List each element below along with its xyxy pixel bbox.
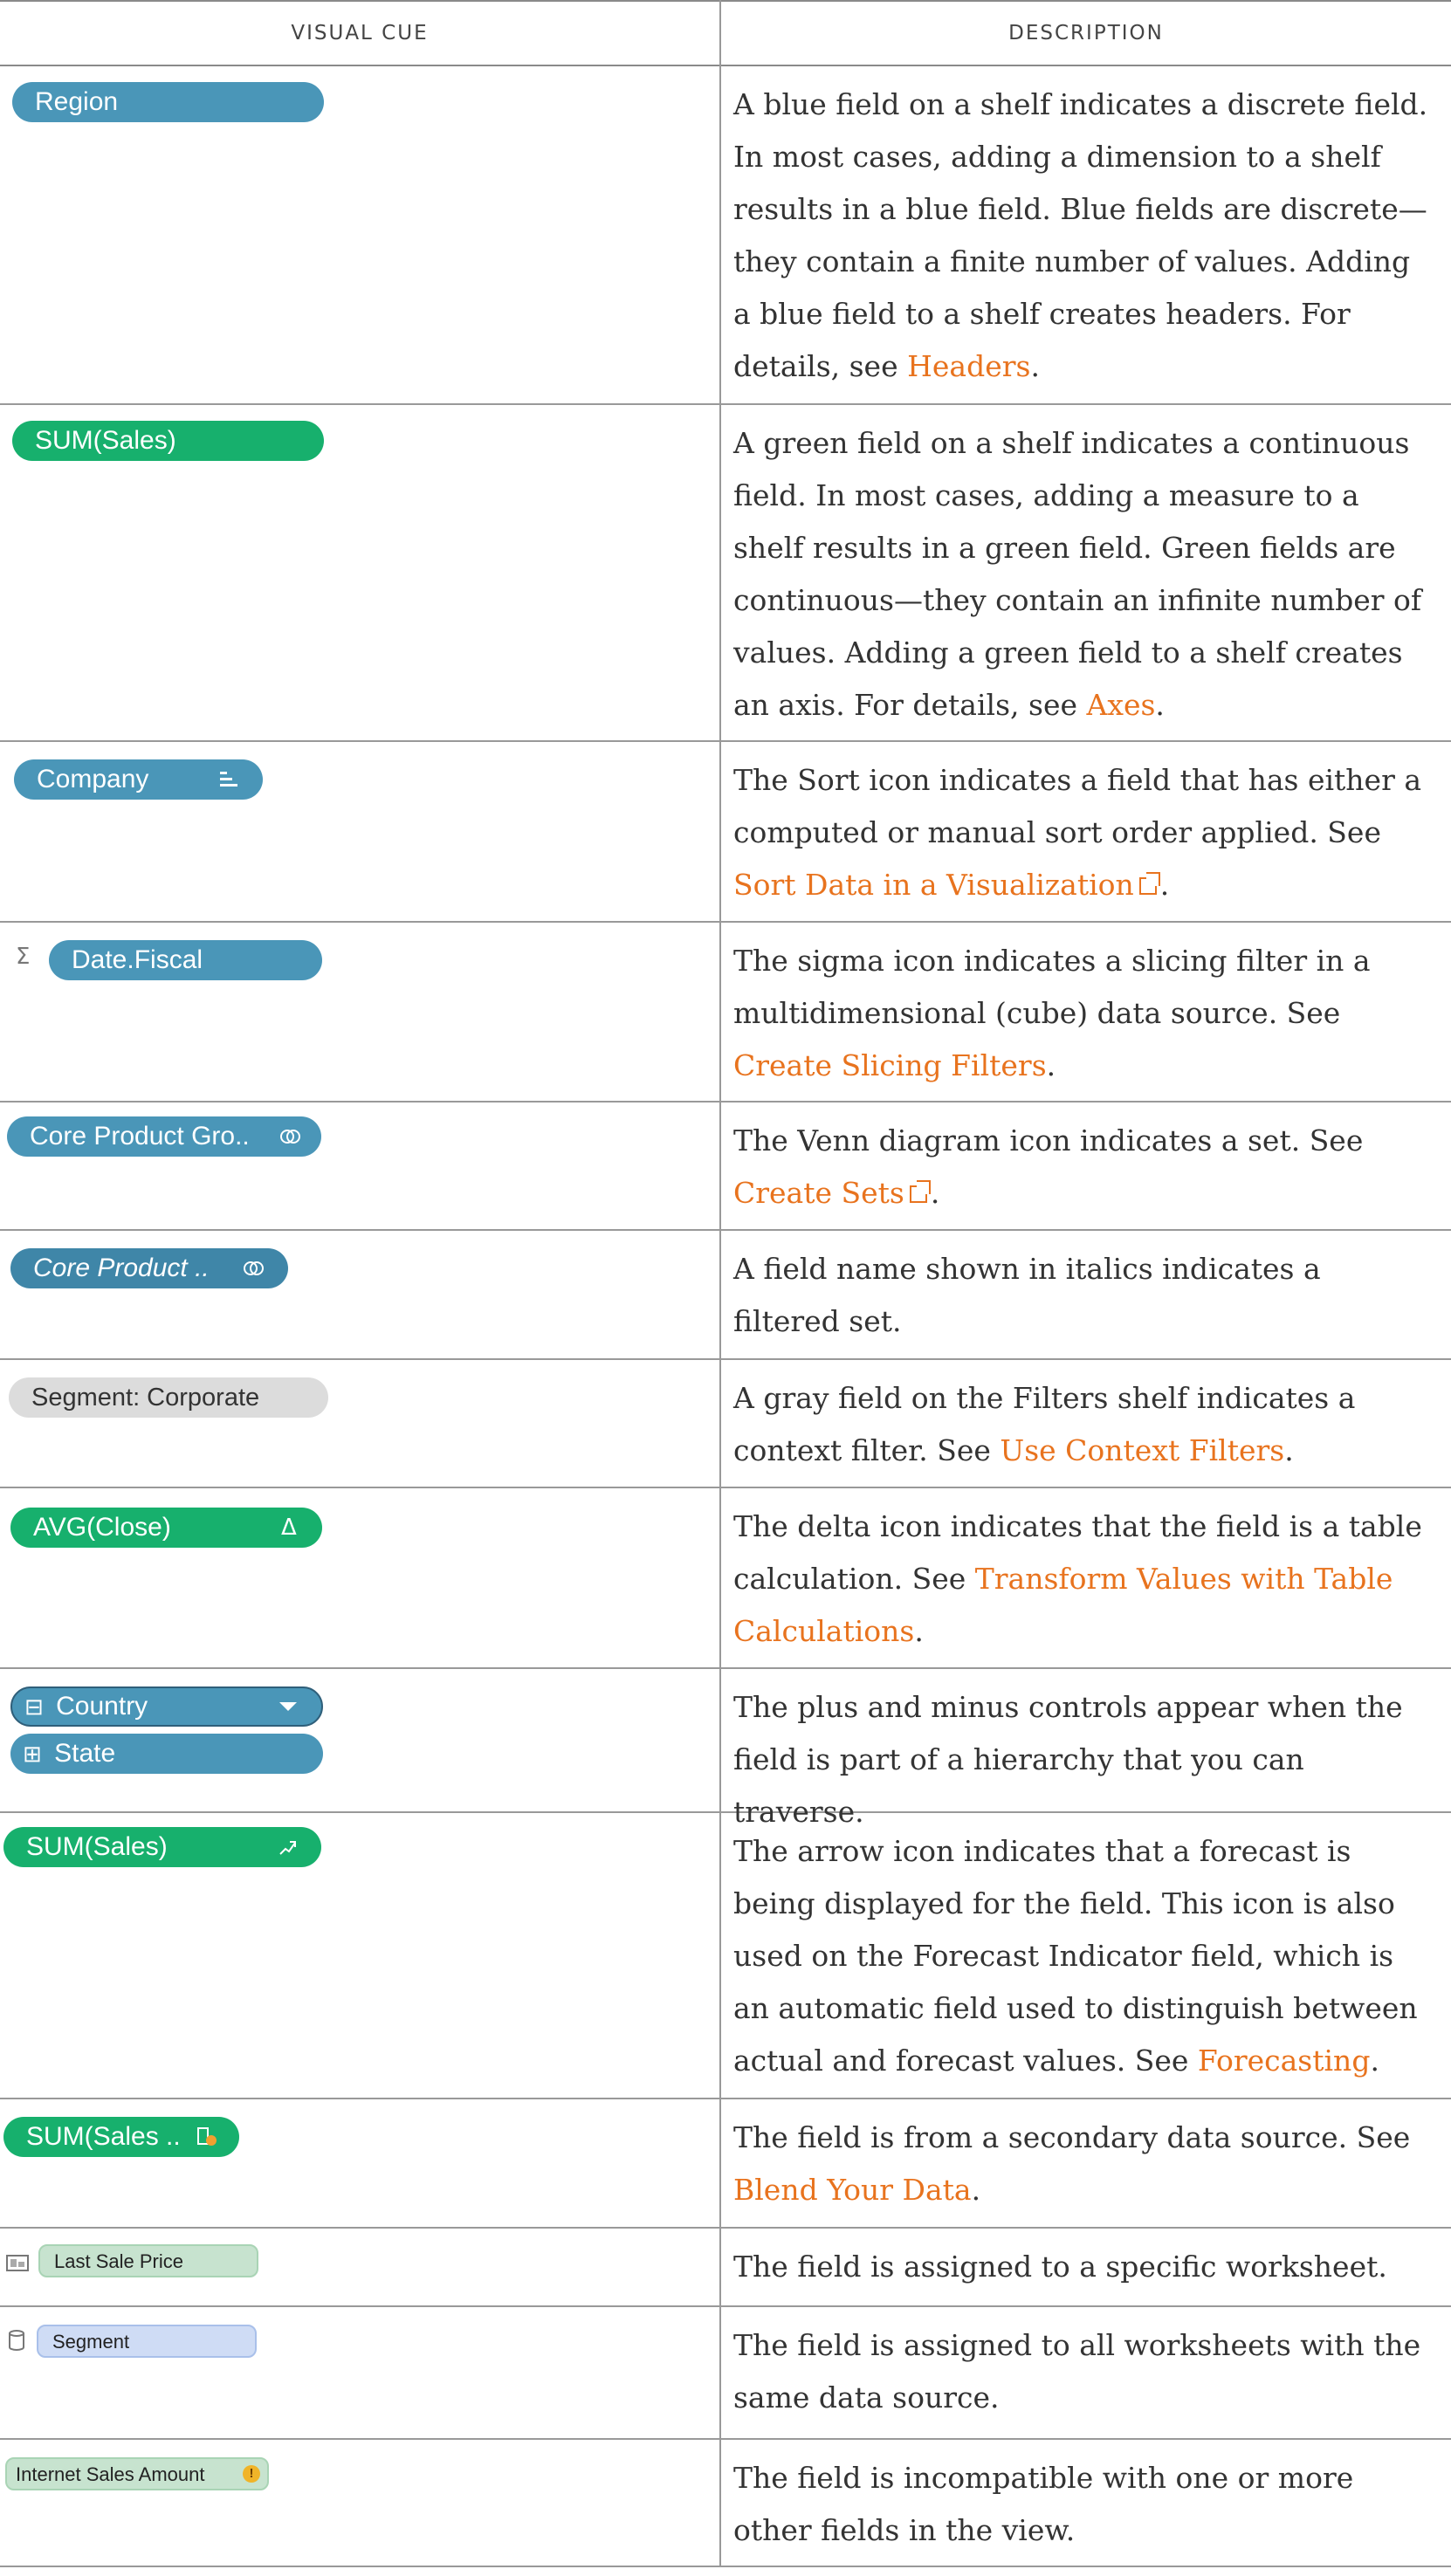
secondary-source-label: SUM(Sales .. [26, 2122, 181, 2151]
visual-cue-table: VISUAL CUE DESCRIPTION Region A blue fie… [0, 0, 1451, 2576]
description-cell: The field is assigned to all worksheets … [733, 2328, 1421, 2415]
description-cell: The delta icon indicates that the field … [733, 1509, 1422, 1648]
date-fiscal-field-pill: Date.Fiscal [49, 940, 322, 980]
create-sets-link[interactable]: Create Sets [733, 1176, 931, 1210]
region-field-pill: Region [12, 82, 324, 122]
headers-link[interactable]: Headers [907, 349, 1030, 383]
description-cell: The Sort icon indicates a field that has… [733, 763, 1422, 902]
table-row: SUM(Sales .. The field is from a seconda… [0, 2099, 1451, 2229]
description-cell: A green field on a shelf indicates a con… [733, 426, 1422, 722]
external-link-icon [1138, 872, 1160, 895]
table-row: Segment The field is assigned to all wor… [0, 2307, 1451, 2440]
table-row: ⊟ Country ⊞ State The plus and minus con… [0, 1669, 1451, 1829]
minus-icon[interactable]: ⊟ [24, 1694, 44, 1721]
company-field-label: Company [37, 765, 149, 793]
table-row: Region A blue field on a shelf indicates… [0, 66, 1451, 405]
description-cell: The arrow icon indicates that a forecast… [733, 1834, 1418, 2078]
forecast-arrow-icon [279, 1841, 296, 1855]
header-description: DESCRIPTION [1008, 22, 1164, 45]
sort-data-link[interactable]: Sort Data in a Visualization [733, 868, 1160, 902]
column-divider [719, 0, 721, 2566]
description-cell: The sigma icon indicates a slicing filte… [733, 944, 1371, 1082]
table-row: Σ Date.Fiscal The sigma icon indicates a… [0, 923, 1451, 1103]
dropdown-arrow-icon[interactable] [279, 1702, 297, 1713]
description-cell: A gray field on the Filters shelf indica… [733, 1381, 1356, 1467]
blend-your-data-link[interactable]: Blend Your Data [733, 2173, 972, 2207]
context-filter-pill: Segment: Corporate [9, 1377, 328, 1418]
forecast-field-label: SUM(Sales) [26, 1832, 168, 1861]
axes-link[interactable]: Axes [1087, 688, 1156, 722]
internet-sales-label: Internet Sales Amount [16, 2463, 205, 2485]
table-row: Company The Sort icon indicates a field … [0, 742, 1451, 923]
create-slicing-filters-link[interactable]: Create Slicing Filters [733, 1048, 1047, 1082]
use-context-filters-link[interactable]: Use Context Filters [1000, 1433, 1284, 1467]
table-row: Internet Sales Amount ! The field is inc… [0, 2440, 1451, 2567]
segment-field-pill: Segment [37, 2325, 257, 2358]
table-header: VISUAL CUE DESCRIPTION [0, 0, 1451, 66]
description-cell: The field is from a secondary data sourc… [733, 2120, 1411, 2207]
sum-sales-field-pill: SUM(Sales) [12, 421, 324, 461]
table-row: AVG(Close) Δ The delta icon indicates th… [0, 1488, 1451, 1669]
table-row: Core Product .. A field name shown in it… [0, 1231, 1451, 1360]
core-product-set-pill: Core Product Gro.. [7, 1116, 321, 1157]
table-row: SUM(Sales) A green field on a shelf indi… [0, 405, 1451, 742]
description-cell: A field name shown in italics indicates … [733, 1252, 1321, 1338]
country-label: Country [56, 1692, 148, 1721]
avg-close-field-pill: AVG(Close) Δ [10, 1508, 322, 1548]
filtered-set-pill: Core Product .. [10, 1248, 288, 1288]
company-field-pill: Company [14, 759, 263, 800]
avg-close-label: AVG(Close) [33, 1513, 171, 1542]
warning-icon: ! [243, 2465, 260, 2483]
state-label: State [54, 1739, 116, 1768]
delta-icon: Δ [281, 1515, 297, 1541]
secondary-source-field-pill: SUM(Sales .. [3, 2117, 239, 2157]
country-field-pill[interactable]: ⊟ Country [10, 1686, 323, 1727]
worksheet-icon [6, 2255, 29, 2271]
table-row: Last Sale Price The field is assigned to… [0, 2229, 1451, 2307]
secondary-data-source-icon [197, 2127, 217, 2146]
forecasting-link[interactable]: Forecasting [1198, 2044, 1371, 2078]
external-link-icon [909, 1180, 931, 1203]
table-row: Segment: Corporate A gray field on the F… [0, 1360, 1451, 1488]
core-product-set-label: Core Product Gro.. [30, 1122, 250, 1151]
internet-sales-field-pill: Internet Sales Amount ! [5, 2457, 269, 2490]
forecast-field-pill: SUM(Sales) [3, 1827, 321, 1867]
venn-diagram-icon [244, 1261, 264, 1275]
sigma-icon: Σ [16, 944, 31, 970]
venn-diagram-icon [280, 1130, 300, 1144]
sort-icon [220, 772, 237, 787]
table-row: Core Product Gro.. The Venn diagram icon… [0, 1103, 1451, 1231]
database-icon [9, 2330, 24, 2351]
table-row: SUM(Sales) The arrow icon indicates that… [0, 1813, 1451, 2099]
state-field-pill[interactable]: ⊞ State [10, 1734, 323, 1774]
filtered-set-label: Core Product .. [33, 1254, 210, 1282]
description-cell: The field is assigned to a specific work… [733, 2250, 1387, 2284]
description-cell: The Venn diagram icon indicates a set. S… [733, 1123, 1364, 1210]
last-sale-price-field-pill: Last Sale Price [38, 2244, 258, 2277]
description-cell: The field is incompatible with one or mo… [733, 2461, 1354, 2547]
plus-icon[interactable]: ⊞ [23, 1741, 42, 1768]
description-cell: A blue field on a shelf indicates a disc… [733, 87, 1428, 383]
header-visual-cue: VISUAL CUE [291, 22, 429, 45]
